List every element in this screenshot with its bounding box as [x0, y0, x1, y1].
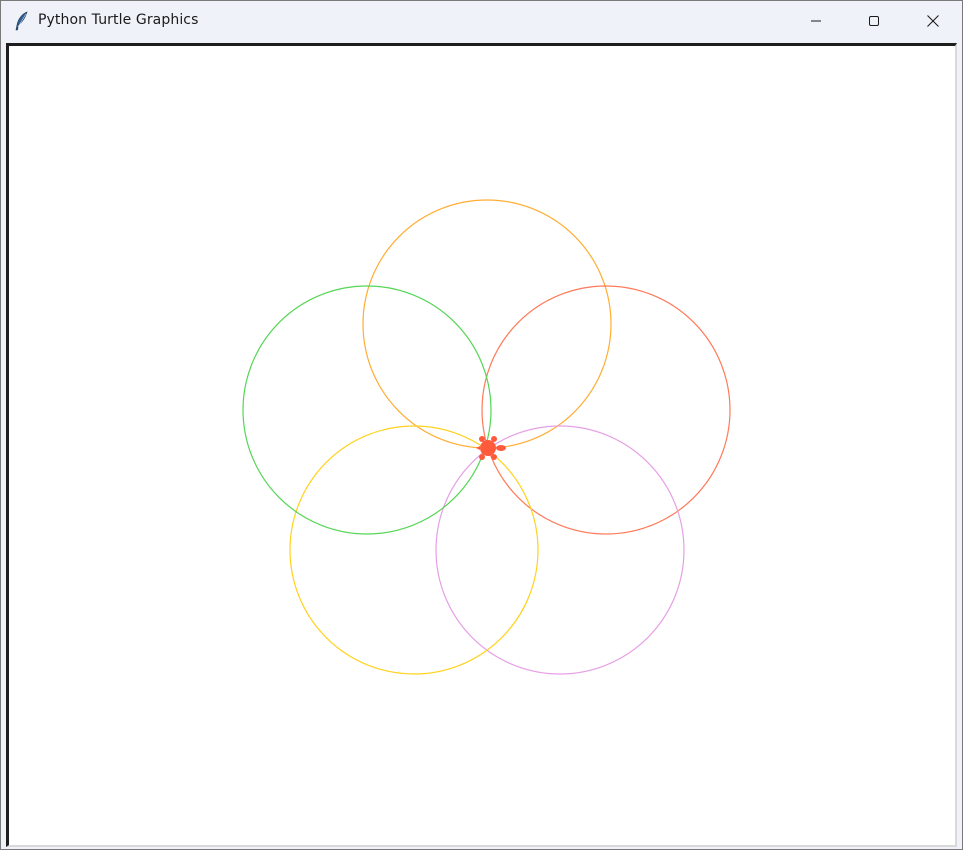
canvas-frame: [6, 43, 957, 847]
gold-circle: [289, 425, 539, 675]
red-circle: [481, 285, 731, 535]
minimize-icon: [811, 20, 821, 22]
turtle-window: Python Turtle Graphics: [0, 0, 963, 850]
feather-icon: [15, 11, 28, 31]
turtle-canvas[interactable]: [9, 46, 955, 845]
violet-circle: [435, 425, 685, 675]
maximize-icon: [869, 16, 879, 26]
orange-circle: [362, 199, 612, 449]
title-bar[interactable]: Python Turtle Graphics: [1, 1, 962, 41]
maximize-button[interactable]: [845, 1, 903, 41]
close-icon: [927, 15, 939, 27]
green-circle: [242, 285, 492, 535]
window-title: Python Turtle Graphics: [38, 12, 199, 28]
minimize-button[interactable]: [787, 1, 845, 41]
close-button[interactable]: [904, 1, 962, 41]
